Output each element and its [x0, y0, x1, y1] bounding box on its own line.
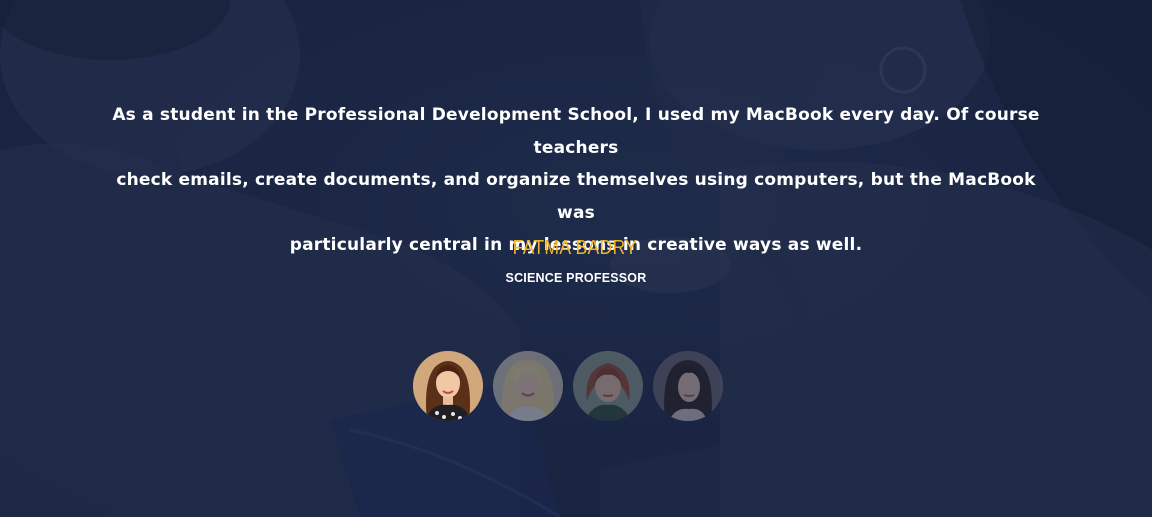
quote-line: As a student in the Professional Develop… [112, 105, 1040, 158]
avatar-portrait-redhead-icon[interactable] [573, 351, 643, 421]
avatar-portrait-dark-hair-icon[interactable] [653, 351, 723, 421]
author-name: FATMA BADRY [512, 237, 638, 259]
author-role: SCIENCE PROFESSOR [505, 271, 647, 285]
avatar-portrait-brunette-icon[interactable] [413, 351, 483, 421]
quote-line: check emails, create documents, and orga… [116, 170, 1036, 223]
testimonial-content: As a student in the Professional Develop… [0, 0, 1152, 517]
avatar-selector [413, 351, 723, 421]
testimonial-section: As a student in the Professional Develop… [0, 0, 1152, 517]
avatar-portrait-blonde-icon[interactable] [493, 351, 563, 421]
